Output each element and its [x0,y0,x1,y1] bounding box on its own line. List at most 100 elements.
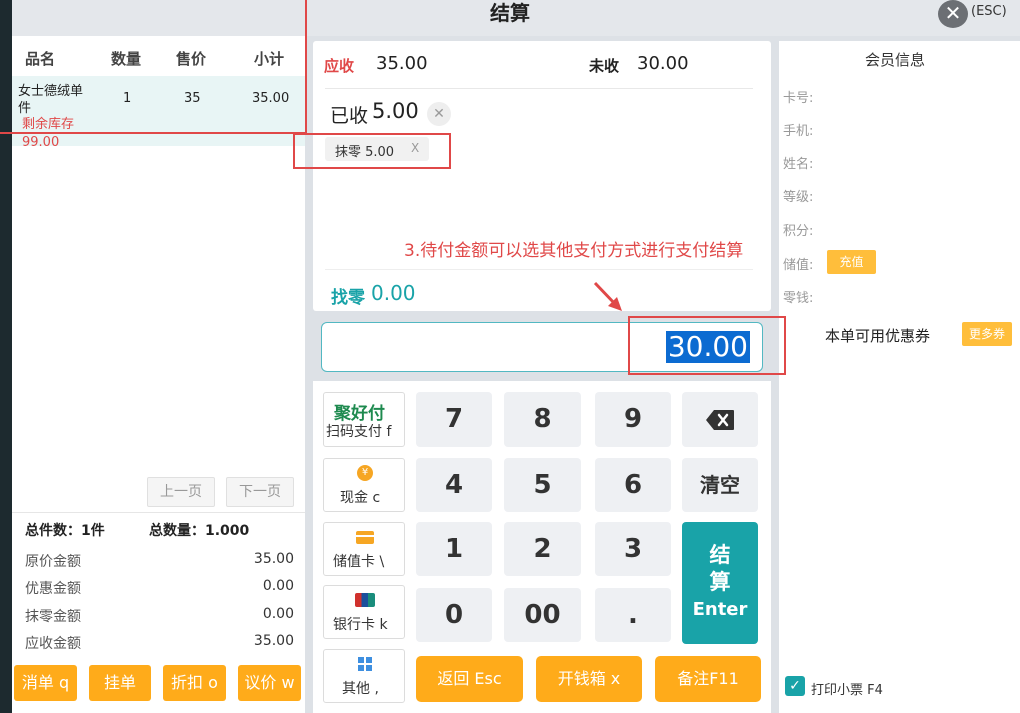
backspace-button[interactable] [682,392,758,447]
grid-icon [358,657,373,672]
close-icon[interactable]: ✕ [938,0,968,28]
key-6[interactable]: 6 [595,458,671,512]
stored-card-pay-button[interactable]: 储值卡 \ [323,522,405,576]
cash-pay-button[interactable]: ¥ 现金 c [323,458,405,512]
total-items: 总件数：1件 [25,523,105,539]
payment-summary-panel: 应收 35.00 未收 30.00 已收 5.00 ✕ 抹零 5.00 X 找零… [313,41,771,311]
key-2[interactable]: 2 [504,522,581,576]
annotation-box [293,133,451,169]
name-label: 姓名: [783,157,814,172]
coupon-label: 本单可用优惠券 [825,327,931,345]
close-label: (ESC) [971,4,1007,19]
item-subtotal: 35.00 [252,91,290,106]
receivable-amount-value: 35.00 [253,633,294,649]
original-amount-value: 35.00 [253,551,294,567]
settle-label-3: Enter [692,599,748,620]
print-receipt-label: 打印小票 F4 [811,683,883,698]
settle-label-2: 算 [709,570,731,594]
unpaid-label: 未收 [589,57,620,75]
clear-button[interactable]: 清空 [682,458,758,512]
col-header-subtotal: 小计 [254,50,285,68]
key-3[interactable]: 3 [595,522,671,576]
change-value: 0.00 [371,281,416,305]
rounding-amount-value: 0.00 [262,606,294,622]
cash-pay-label: 现金 c [340,490,381,506]
scan-pay-button[interactable]: 聚好付 扫码支付 f [323,392,405,447]
receivable-label: 应收 [324,57,355,75]
key-7[interactable]: 7 [416,392,492,447]
order-panel: 品名 数量 售价 小计 女士德绒单 件 1 35 35.00 剩余库存 99.0… [12,36,305,713]
discount-button[interactable]: 折扣 o [163,665,226,701]
item-price: 35 [184,91,201,106]
background-strip [0,0,12,713]
annotation-arrow-icon [593,281,622,311]
stored-card-icon [356,531,374,544]
phone-label: 手机: [783,124,814,139]
paid-label: 已收 [330,105,369,127]
member-panel: 会员信息 卡号: 手机: 姓名: 等级: 积分: 储值: 充值 零钱: 本单可用… [779,41,1020,713]
window-title: 结算 [490,1,530,25]
summary-divider [12,512,305,513]
hold-order-button[interactable]: 挂单 [89,665,151,701]
discount-amount-value: 0.00 [262,578,294,594]
bank-card-pay-label: 银行卡 k [333,617,388,633]
recharge-button[interactable]: 充值 [827,250,876,274]
cash-drawer-button[interactable]: 开钱箱 x [536,656,642,702]
level-label: 等级: [783,190,814,205]
note-button[interactable]: 备注F11 [655,656,761,702]
receivable-amount-label: 应收金额 [25,636,81,652]
settle-label-1: 结 [709,543,731,567]
key-5[interactable]: 5 [504,458,581,512]
member-title: 会员信息 [865,51,926,69]
total-qty: 总数量：1.000 [149,523,250,539]
paid-value: 5.00 [372,99,419,123]
annotation-text: 3.待付金额可以选其他支付方式进行支付结算 [404,241,744,261]
receivable-value: 35.00 [376,53,428,74]
bank-card-pay-button[interactable]: 银行卡 k [323,585,405,639]
col-header-price: 售价 [176,50,207,68]
divider [325,88,753,89]
discount-amount-label: 优惠金额 [25,581,81,597]
stock-value: 99.00 [22,135,60,150]
unionpay-icon [355,593,375,607]
rounding-amount-label: 抹零金额 [25,609,81,625]
stock-info: 剩余库存 99.00 [22,116,74,152]
key-0[interactable]: 0 [416,588,492,642]
other-pay-label: 其他 , [342,681,379,697]
prev-page-button[interactable]: 上一页 [147,477,215,507]
back-button[interactable]: 返回 Esc [416,656,523,702]
key-8[interactable]: 8 [504,392,581,447]
void-order-button[interactable]: 消单 q [14,665,77,701]
clear-paid-icon[interactable]: ✕ [427,102,451,126]
divider [325,269,753,270]
card-number-label: 卡号: [783,91,814,106]
item-name-line2: 件 [18,101,32,116]
print-receipt-checkbox[interactable]: ✓ [785,676,805,696]
backspace-icon [706,410,734,430]
item-qty: 1 [123,91,132,106]
points-label: 积分: [783,224,814,239]
small-change-label: 零钱: [783,291,814,306]
more-coupons-button[interactable]: 更多券 [962,322,1012,346]
key-00[interactable]: 00 [504,588,581,642]
annotation-box [628,316,786,375]
stored-value-label: 储值: [783,258,814,273]
other-pay-button[interactable]: 其他 , [323,649,405,703]
annotation-line [0,132,307,134]
cash-icon: ¥ [357,465,373,481]
key-decimal[interactable]: . [595,588,671,642]
key-4[interactable]: 4 [416,458,492,512]
negotiate-price-button[interactable]: 议价 w [238,665,301,701]
original-amount-label: 原价金额 [25,554,81,570]
key-1[interactable]: 1 [416,522,492,576]
unpaid-value: 30.00 [637,53,689,74]
next-page-button[interactable]: 下一页 [226,477,294,507]
settle-button[interactable]: 结 算 Enter [682,522,758,644]
key-9[interactable]: 9 [595,392,671,447]
stored-card-pay-label: 储值卡 \ [333,554,385,570]
col-header-qty: 数量 [111,50,142,68]
annotation-line [305,0,307,134]
change-label: 找零 [331,288,365,308]
col-header-name: 品名 [25,50,56,68]
scan-pay-label: 扫码支付 f [326,424,392,440]
